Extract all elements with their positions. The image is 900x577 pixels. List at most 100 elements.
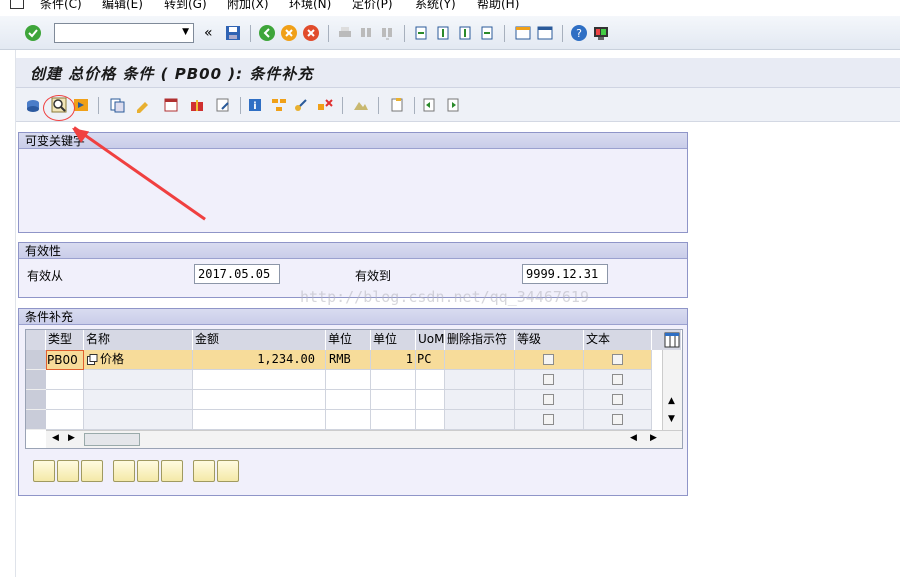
menu-condition[interactable]: 条件(C): [40, 0, 82, 12]
note-icon[interactable]: [214, 96, 232, 114]
cell-currency[interactable]: [326, 410, 371, 430]
menu-extras[interactable]: 附加(X): [227, 0, 269, 12]
next-page-icon[interactable]: [456, 24, 474, 42]
cell-amount[interactable]: [193, 390, 326, 410]
select-block-button[interactable]: [57, 460, 79, 482]
scroll-left-end-icon[interactable]: ◀: [630, 433, 637, 443]
gift-icon[interactable]: [188, 96, 206, 114]
previous-item-icon[interactable]: [420, 96, 438, 114]
col-name-header[interactable]: 名称: [84, 330, 193, 350]
menu-edit[interactable]: 编辑(E): [102, 0, 143, 12]
exit-icon[interactable]: [280, 24, 298, 42]
text-checkbox[interactable]: [612, 374, 623, 385]
scale-icon[interactable]: [316, 96, 334, 114]
col-type-header[interactable]: 类型: [46, 330, 84, 350]
cell-per[interactable]: [371, 370, 416, 390]
cell-amount[interactable]: [193, 370, 326, 390]
cell-type[interactable]: PB00: [46, 350, 84, 370]
scroll-down-icon[interactable]: ▼: [668, 414, 675, 424]
copy-row-button[interactable]: [217, 460, 239, 482]
menu-environment[interactable]: 环境(N): [289, 0, 331, 12]
cell-uom[interactable]: [416, 390, 445, 410]
scroll-up-icon[interactable]: ▲: [668, 396, 675, 406]
cell-currency[interactable]: [326, 390, 371, 410]
system-menu-icon[interactable]: [10, 0, 24, 9]
horizontal-scrollbar[interactable]: ◀ ▶ ◀ ▶: [46, 430, 682, 448]
valid-from-field[interactable]: 2017.05.05: [194, 264, 280, 284]
calendar-icon[interactable]: [162, 96, 180, 114]
text-checkbox[interactable]: [612, 414, 623, 425]
info-icon[interactable]: i: [246, 96, 264, 114]
cell-per[interactable]: 1: [371, 350, 416, 370]
select-all-button[interactable]: [33, 460, 55, 482]
scroll-right-end-icon[interactable]: ▶: [650, 433, 657, 443]
cell-currency[interactable]: RMB: [326, 350, 371, 370]
level-checkbox[interactable]: [543, 354, 554, 365]
level-checkbox[interactable]: [543, 374, 554, 385]
table-settings-icon[interactable]: [664, 332, 680, 348]
find-icon[interactable]: [357, 24, 375, 42]
other-condition-icon[interactable]: [24, 96, 42, 114]
level-checkbox[interactable]: [543, 394, 554, 405]
cell-uom[interactable]: [416, 370, 445, 390]
row-selector[interactable]: [26, 410, 46, 430]
scroll-thumb[interactable]: [84, 433, 140, 446]
cell-type[interactable]: [46, 410, 84, 430]
cell-uom[interactable]: [416, 410, 445, 430]
cell-per[interactable]: [371, 410, 416, 430]
detail-button[interactable]: [193, 460, 215, 482]
hierarchy-icon[interactable]: [270, 96, 288, 114]
col-currency-header[interactable]: 单位: [326, 330, 371, 350]
back-icon[interactable]: [258, 24, 276, 42]
vertical-scrollbar[interactable]: ▲ ▼: [662, 350, 682, 430]
cell-currency[interactable]: [326, 370, 371, 390]
shortcut-icon[interactable]: [536, 24, 554, 42]
col-level-header[interactable]: 等级: [515, 330, 584, 350]
cell-amount[interactable]: [193, 410, 326, 430]
menu-system[interactable]: 系统(Y): [415, 0, 456, 12]
cell-deletion[interactable]: [445, 350, 515, 370]
scroll-left-icon[interactable]: ◀: [52, 433, 59, 443]
row-selector[interactable]: [26, 390, 46, 410]
layout-icon[interactable]: [592, 24, 610, 42]
menu-goto[interactable]: 转到(G): [164, 0, 207, 12]
last-page-icon[interactable]: [478, 24, 496, 42]
command-field[interactable]: ▼: [54, 23, 194, 43]
row-selector[interactable]: [26, 350, 46, 370]
cancel-icon[interactable]: [302, 24, 320, 42]
delete-row-button[interactable]: [137, 460, 159, 482]
mountain-icon[interactable]: [352, 96, 370, 114]
cell-uom[interactable]: PC: [416, 350, 445, 370]
text-checkbox[interactable]: [612, 354, 623, 365]
edit-icon[interactable]: [134, 96, 152, 114]
cell-type[interactable]: [46, 390, 84, 410]
document-icon[interactable]: [388, 96, 406, 114]
text-checkbox[interactable]: [612, 394, 623, 405]
first-page-icon[interactable]: [412, 24, 430, 42]
help-icon[interactable]: ?: [570, 24, 588, 42]
col-deletion-header[interactable]: 删除指示符: [445, 330, 515, 350]
col-amount-header[interactable]: 金额: [193, 330, 326, 350]
find-next-icon[interactable]: [378, 24, 396, 42]
save-icon[interactable]: [224, 24, 242, 42]
copy-icon[interactable]: [108, 96, 126, 114]
level-checkbox[interactable]: [543, 414, 554, 425]
select-all-header[interactable]: [26, 330, 46, 350]
new-session-icon[interactable]: [514, 24, 532, 42]
scroll-right-icon[interactable]: ▶: [68, 433, 75, 443]
cell-amount[interactable]: 1,234.00: [193, 350, 326, 370]
prev-page-icon[interactable]: [434, 24, 452, 42]
menu-help[interactable]: 帮助(H): [477, 0, 519, 12]
print-icon[interactable]: [336, 24, 354, 42]
collapse-icon[interactable]: «: [204, 25, 213, 41]
chevron-down-icon[interactable]: ▼: [182, 27, 189, 37]
cell-name[interactable]: 价格: [84, 350, 193, 370]
next-item-icon[interactable]: [444, 96, 462, 114]
valid-to-field[interactable]: 9999.12.31: [522, 264, 608, 284]
row-selector[interactable]: [26, 370, 46, 390]
key-icon[interactable]: [292, 96, 310, 114]
cell-type[interactable]: [46, 370, 84, 390]
undo-button[interactable]: [161, 460, 183, 482]
menu-pricing[interactable]: 定价(P): [352, 0, 393, 12]
col-per-header[interactable]: 单位: [371, 330, 416, 350]
